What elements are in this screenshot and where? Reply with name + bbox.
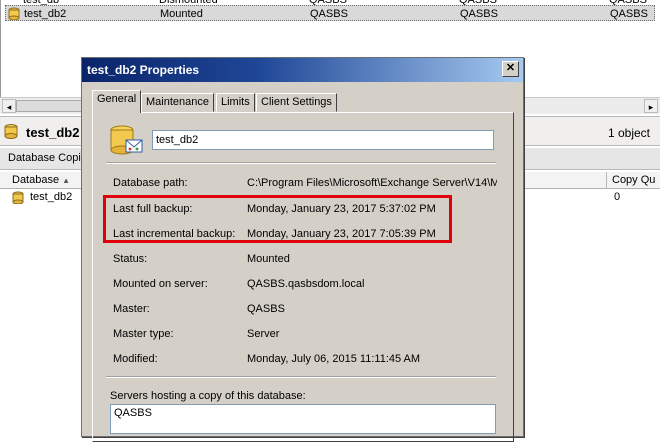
divider (106, 162, 496, 164)
pane-title: test_db2 (26, 125, 80, 140)
property-label: Modified: (113, 353, 158, 365)
property-label: Master: (113, 303, 150, 315)
dialog-title: test_db2 Properties (87, 63, 200, 77)
property-value: C:\Program Files\Microsoft\Exchange Serv… (247, 177, 497, 189)
tab-maintenance[interactable]: Maintenance (141, 93, 214, 112)
hosting-servers-label: Servers hosting a copy of this database: (110, 390, 306, 402)
tab-general[interactable]: General (92, 90, 142, 113)
list-item-selected[interactable]: test_db2 Mounted QASBS QASBS QASBS (5, 5, 655, 21)
property-value: Mounted (247, 253, 290, 265)
tab-limits[interactable]: Limits (216, 93, 255, 112)
list-item-master: QASBS (460, 8, 498, 20)
scroll-left-arrow-icon[interactable]: ◂ (2, 99, 16, 113)
property-label: Status: (113, 253, 148, 265)
close-icon: ✕ (505, 62, 516, 74)
hosting-servers-list[interactable]: QASBS (110, 404, 496, 434)
mailbox-database-icon (110, 125, 143, 155)
database-icon (12, 191, 24, 204)
property-value: Server (247, 328, 280, 340)
close-button[interactable]: ✕ (502, 61, 519, 77)
tab-client-settings[interactable]: Client Settings (256, 93, 337, 112)
property-value: QASBS.qasbsdom.local (247, 278, 365, 290)
list-item-col5: QASBS (610, 8, 648, 20)
column-separator[interactable] (606, 172, 607, 189)
property-label: Database path: (113, 177, 188, 189)
properties-dialog[interactable]: test_db2 Properties ✕ General Maintenanc… (81, 57, 524, 442)
console-background: test_db Dismounted QASBS QASBS QASBS tes… (0, 0, 660, 442)
property-label: Mounted on server: (113, 278, 208, 290)
database-icon (8, 7, 20, 20)
list-item-name: test_db2 (24, 8, 67, 20)
backup-highlight-box (103, 195, 452, 243)
dialog-title-bar[interactable]: test_db2 Properties ✕ (82, 58, 523, 82)
column-header-copy-queue[interactable]: Copy Qu (612, 174, 655, 186)
sort-ascending-icon: ▲ (62, 176, 71, 185)
scroll-right-arrow-icon[interactable]: ▸ (644, 99, 658, 113)
tab-label: Database Copies (8, 152, 93, 164)
divider (106, 376, 496, 378)
list-item-status: Mounted (160, 8, 203, 20)
property-value: QASBS (247, 303, 285, 315)
list-item[interactable]: QASBS (114, 407, 492, 419)
object-count: 1 object (607, 126, 650, 140)
list-item-server: QASBS (310, 8, 348, 20)
database-icon (4, 124, 18, 139)
property-label: Master type: (113, 328, 174, 340)
property-value: Monday, July 06, 2015 11:11:45 AM (247, 353, 421, 365)
cell-copy-queue: 0 (614, 191, 621, 203)
database-name-field[interactable] (152, 130, 494, 150)
column-header-database[interactable]: Database ▲ (12, 174, 70, 186)
cell-database: test_db2 (30, 191, 73, 203)
